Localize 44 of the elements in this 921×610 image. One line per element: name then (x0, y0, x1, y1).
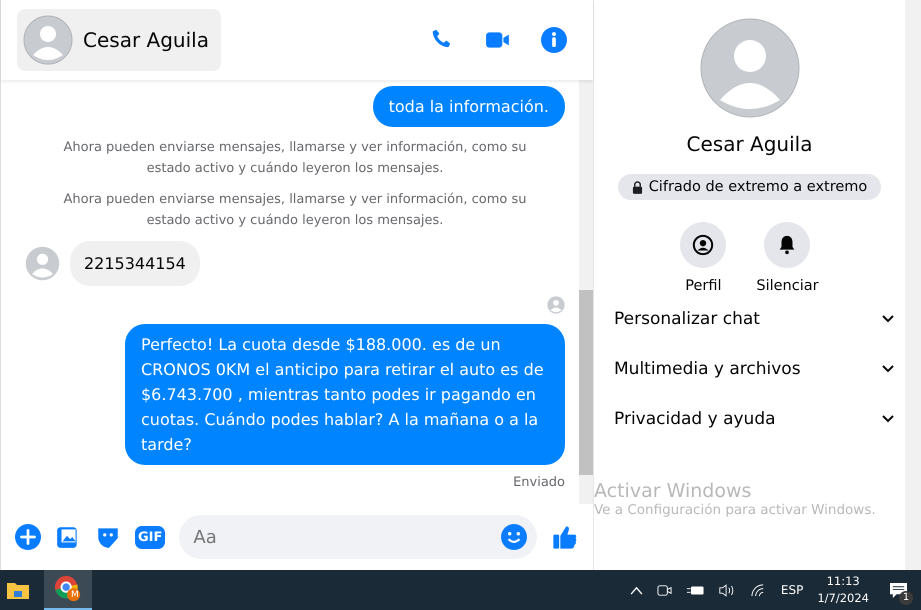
chevron-up-icon[interactable] (630, 586, 643, 594)
activation-title: Activar Windows (594, 480, 752, 502)
clock-time[interactable]: 11:13 (826, 573, 860, 590)
lock-icon (632, 180, 643, 194)
battery-icon[interactable] (686, 584, 704, 596)
browser-icon (54, 575, 82, 603)
profile-action-button[interactable] (680, 222, 726, 268)
system-notice: Ahora pueden enviarse mensajes, llamarse y ver información, como su estado activo y cuándo leyeron los mensajes. (62, 139, 528, 178)
notification-count: 1 (899, 591, 913, 605)
scrollbar[interactable] (579, 80, 593, 504)
plus-icon[interactable] (15, 524, 41, 550)
emoji-icon[interactable] (501, 524, 527, 550)
delivery-status: Enviado (513, 475, 565, 490)
section-header[interactable]: Personalizar chat (594, 294, 905, 344)
contact-name: Cesar Aguila (83, 28, 209, 52)
profile-name: Cesar Aguila (686, 132, 812, 156)
language-indicator[interactable]: ESP (780, 583, 804, 597)
contact-chip[interactable]: Cesar Aguila (17, 9, 221, 71)
speaker-icon[interactable] (718, 582, 736, 598)
avatar-icon (700, 18, 800, 118)
info-icon[interactable] (541, 27, 567, 53)
encryption-label: Cifrado de extremo a extremo (648, 179, 868, 195)
sent-message: Perfecto! La cuota desde $188.000. es de un CRONOS 0KM el anticipo para retirar el auto es de $6.743.700 , mientras tanto podes ir pagando en cuotas. Cuándo podes hablar? A la mañana o a la tarde? (125, 324, 565, 465)
profile-icon (692, 234, 714, 256)
avatar-icon (23, 15, 73, 65)
folder-icon[interactable] (6, 580, 30, 600)
camera-icon[interactable] (656, 582, 672, 598)
profile-action-button[interactable] (764, 222, 810, 268)
gif-button[interactable]: GIF (135, 526, 166, 548)
received-message: 2215344154 (70, 241, 200, 286)
action-label: Perfil (685, 278, 722, 294)
message-input[interactable]: Aa (179, 515, 537, 559)
profile-initial: M (71, 590, 79, 600)
system-notice: Ahora pueden enviarse mensajes, llamarse y ver información, como su estado activo y cuándo leyeron los mensajes. (62, 191, 528, 230)
clock-date[interactable]: 1/7/2024 (817, 590, 869, 607)
encryption-badge[interactable]: Cifrado de extremo a extremo (618, 174, 882, 200)
scrollbar[interactable] (905, 0, 921, 570)
avatar-icon (25, 246, 60, 281)
section-header[interactable]: Multimedia y archivos (594, 344, 905, 394)
seen-avatar-icon (547, 296, 565, 314)
action-label: Silenciar (756, 278, 819, 294)
sent-message: toda la información. (372, 86, 565, 127)
activation-subtitle: Ve a Configuración para activar Windows. (594, 502, 876, 518)
section-header[interactable]: Privacidad y ayuda (594, 394, 905, 444)
